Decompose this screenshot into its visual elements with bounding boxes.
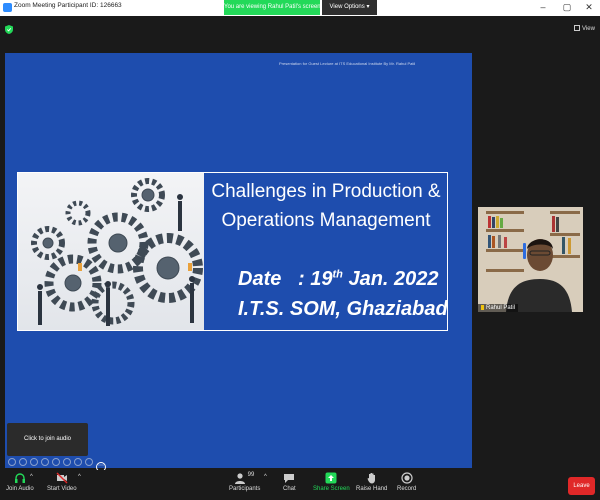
annotation-control-8[interactable] <box>85 458 93 466</box>
record-icon <box>401 472 413 484</box>
headphones-icon <box>14 473 25 483</box>
chat-label: Chat <box>283 486 296 492</box>
slide-venue: I.T.S. SOM, Ghaziabad <box>238 298 448 320</box>
view-label: View <box>582 26 595 32</box>
share-screen-button[interactable]: Share Screen <box>313 472 350 492</box>
chevron-up-icon: ^ <box>264 474 267 480</box>
date-suffix: th <box>332 268 343 281</box>
participants-label: Participants <box>229 486 261 492</box>
audio-options-chevron[interactable]: ^ <box>30 474 33 480</box>
view-options-dropdown[interactable]: View Options ▾ <box>322 0 377 15</box>
join-audio-label: Join Audio <box>6 486 34 492</box>
slide-credit: Presentation for Guest Lecture at ITS Ed… <box>279 61 416 66</box>
participant-name: Rahul Patil <box>486 305 516 311</box>
gears-icon <box>31 178 203 326</box>
annotation-control-4[interactable] <box>41 458 49 466</box>
chevron-up-icon: ^ <box>30 474 33 480</box>
zoom-app-icon <box>3 3 12 12</box>
view-button[interactable]: View <box>574 25 595 32</box>
screen-share-banner: You are viewing Rahul Patil's screen <box>224 0 321 15</box>
date-rest: Jan. 2022 <box>342 268 439 290</box>
video-options-chevron[interactable]: ^ <box>78 474 81 480</box>
date-value: : 19 <box>298 268 333 290</box>
slide-title-line-1: Challenges in Production & <box>211 181 441 202</box>
microphone-icon <box>481 305 484 310</box>
grid-icon <box>574 25 580 31</box>
share-screen-icon <box>325 472 337 484</box>
annotation-control-2[interactable] <box>19 458 27 466</box>
participant-video-tile[interactable]: Rahul Patil <box>478 207 583 312</box>
maximize-button[interactable]: ▢ <box>556 0 578 15</box>
slide-title-card: Challenges in Production & Operations Ma… <box>17 172 448 331</box>
annotation-control-6[interactable] <box>63 458 71 466</box>
raise-hand-icon <box>367 473 375 484</box>
record-button[interactable]: Record <box>397 472 416 492</box>
annotation-control-7[interactable] <box>74 458 82 466</box>
annotation-control-5[interactable] <box>52 458 60 466</box>
shield-icon[interactable] <box>5 25 13 34</box>
leave-button[interactable]: Leave <box>568 477 595 495</box>
participant-name-label: Rahul Patil <box>478 304 519 312</box>
view-options-label: View Options <box>329 4 365 10</box>
chevron-up-icon: ^ <box>78 474 81 480</box>
chat-icon <box>284 474 295 483</box>
join-audio-tooltip[interactable]: Click to join audio <box>7 423 88 456</box>
gears-illustration <box>18 173 204 330</box>
meeting-toolbar: Join Audio ^ Start Video ^ 99 Participan… <box>0 470 600 500</box>
raise-hand-label: Raise Hand <box>356 486 388 492</box>
record-label: Record <box>397 486 417 492</box>
date-label: Date <box>238 268 282 290</box>
participants-button[interactable]: 99 Participants <box>229 472 260 492</box>
shared-screen-slide: Presentation for Guest Lecture at ITS Ed… <box>5 53 472 468</box>
participants-count: 99 <box>247 472 255 478</box>
share-screen-label: Share Screen <box>313 486 350 492</box>
annotation-control-1[interactable] <box>8 458 16 466</box>
slide-title-line-2: Operations Management <box>221 210 431 231</box>
annotation-control-3[interactable] <box>30 458 38 466</box>
slide-date: Date : 19th Jan. 2022 <box>238 268 439 291</box>
start-video-label: Start Video <box>47 486 77 492</box>
chevron-down-icon: ▾ <box>366 4 370 10</box>
participants-options-chevron[interactable]: ^ <box>264 474 267 480</box>
window-title: Zoom Meeting Participant ID: 126663 <box>14 2 122 9</box>
slide-title-text: Challenges in Production & Operations Ma… <box>205 173 447 330</box>
minimize-button[interactable]: – <box>532 0 554 15</box>
participant-video-feed <box>478 207 583 312</box>
raise-hand-button[interactable]: Raise Hand <box>356 472 387 492</box>
title-bar: Zoom Meeting Participant ID: 126663 You … <box>0 0 600 16</box>
video-off-icon <box>56 472 68 484</box>
start-video-button[interactable]: Start Video <box>47 472 77 492</box>
chat-button[interactable]: Chat <box>283 472 296 492</box>
close-button[interactable]: ✕ <box>578 0 600 15</box>
participants-icon: 99 <box>230 472 260 484</box>
